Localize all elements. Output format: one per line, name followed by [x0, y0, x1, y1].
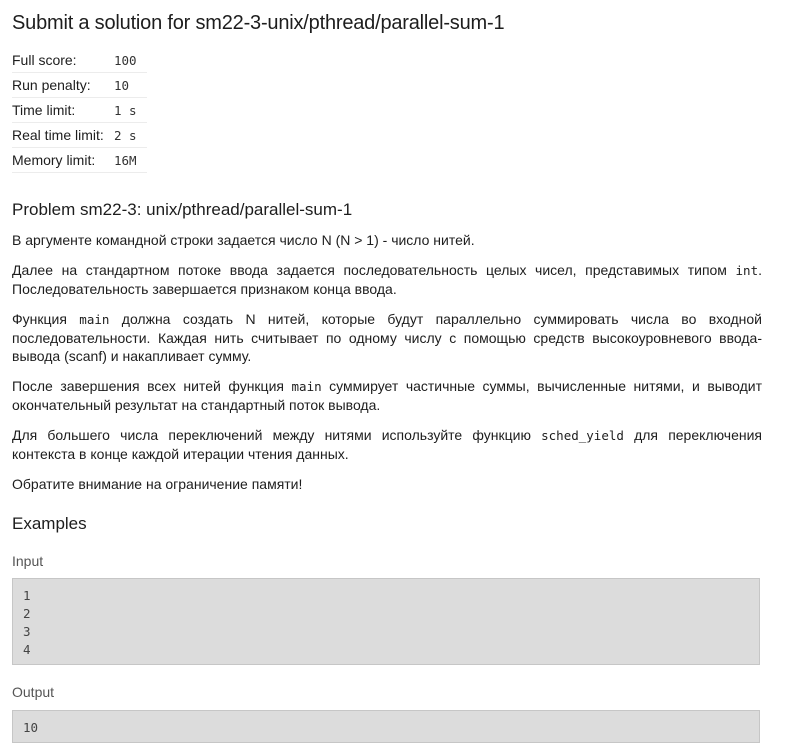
info-value: 1 s: [114, 97, 147, 123]
statement-text: Далее на стандартном потоке ввода задает…: [12, 262, 736, 278]
example-output-box[interactable]: 10: [12, 710, 760, 743]
examples-heading: Examples: [12, 514, 87, 533]
info-row-full-score: Full score: 100: [12, 48, 147, 73]
info-row-time-limit: Time limit: 1 s: [12, 97, 147, 123]
statement-text: После завершения всех нитей функция: [12, 378, 292, 394]
info-key: Time limit:: [12, 97, 114, 123]
info-row-memory-limit: Memory limit: 16M: [12, 147, 147, 173]
statement-text: должна создать N нитей, которые будут па…: [12, 311, 763, 364]
statement-paragraph: Далее на стандартном потоке ввода задает…: [12, 261, 762, 298]
inline-code: main: [291, 379, 322, 394]
statement-paragraph: Для большего числа переключений между ни…: [12, 426, 762, 463]
info-key: Full score:: [12, 48, 114, 73]
info-value: 2 s: [114, 122, 147, 148]
inline-code: sched_yield: [541, 428, 624, 443]
info-key: Real time limit:: [12, 122, 114, 148]
info-key: Run penalty:: [12, 72, 114, 98]
statement-paragraph: Обратите внимание на ограничение памяти!: [12, 475, 762, 493]
statement-text: Функция: [12, 311, 80, 327]
statement-text: Для большего числа переключений между ни…: [12, 427, 542, 443]
statement-text: В аргументе командной строки задается чи…: [12, 232, 475, 248]
info-value: 10: [114, 72, 147, 98]
info-key: Memory limit:: [12, 147, 114, 173]
output-label: Output: [12, 684, 55, 700]
problem-title: Problem sm22-3: unix/pthread/parallel-su…: [12, 200, 353, 219]
problem-info-table: Full score: 100 Run penalty: 10 Time lim…: [12, 48, 147, 173]
input-label: Input: [12, 553, 44, 569]
info-value: 16M: [114, 147, 147, 173]
statement-text: Обратите внимание на ограничение памяти!: [12, 476, 303, 492]
info-row-real-time-limit: Real time limit: 2 s: [12, 122, 147, 148]
inline-code: main: [79, 312, 110, 327]
example-input-box[interactable]: 1 2 3 4: [12, 578, 760, 665]
inline-code: int: [735, 263, 759, 278]
page-title: Submit a solution for sm22-3-unix/pthrea…: [12, 12, 505, 34]
statement-paragraph: Функция main должна создать N нитей, кот…: [12, 310, 762, 365]
statement-paragraph: После завершения всех нитей функция main…: [12, 377, 762, 414]
info-row-run-penalty: Run penalty: 10: [12, 72, 147, 98]
info-value: 100: [114, 48, 147, 73]
problem-statement: В аргументе командной строки задается чи…: [12, 231, 762, 505]
statement-paragraph: В аргументе командной строки задается чи…: [12, 231, 762, 249]
